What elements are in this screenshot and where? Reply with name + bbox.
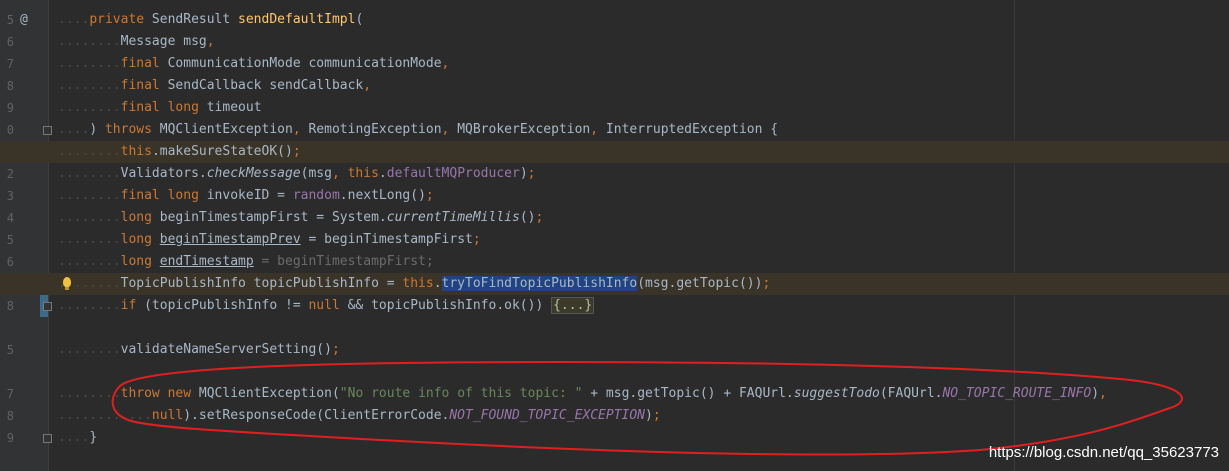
annotation-circle bbox=[111, 360, 1183, 456]
watermark: https://blog.csdn.net/qq_35623773 bbox=[988, 444, 1219, 461]
